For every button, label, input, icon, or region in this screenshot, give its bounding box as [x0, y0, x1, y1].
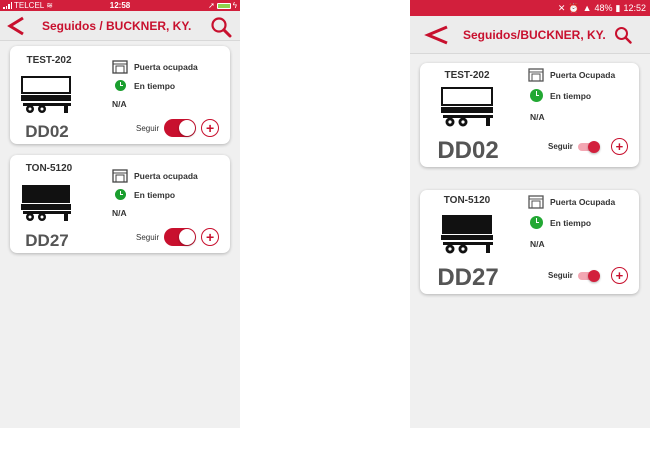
- garage-door-icon: [112, 60, 128, 74]
- page-title: Seguidos / BUCKNER, KY.: [42, 19, 192, 33]
- time-status: En tiempo: [112, 189, 175, 200]
- status-bar: TELCEL ≋ 12:58 ➚ ϟ: [0, 0, 240, 11]
- battery-level: 48%: [594, 3, 613, 13]
- follow-label: Seguir: [548, 271, 573, 280]
- trailer-filled-icon: [21, 185, 71, 221]
- follow-control: Seguir +: [548, 267, 628, 284]
- alarm-icon: ⏰: [568, 3, 580, 13]
- battery-icon: ▮: [615, 3, 621, 13]
- signal-icon: ▲: [582, 3, 592, 13]
- dock-number: DD02: [437, 137, 499, 164]
- trailer-card[interactable]: TEST-202 DD02 Puerta Ocupada En tiempo N…: [420, 63, 639, 167]
- add-button[interactable]: +: [201, 119, 220, 137]
- ios-screen: TELCEL ≋ 12:58 ➚ ϟ Seguidos / BUCKNER, K…: [0, 0, 240, 428]
- follow-control: Seguir +: [548, 138, 628, 155]
- time-status-text: En tiempo: [550, 217, 592, 228]
- dock-number: DD27: [437, 264, 499, 291]
- trailer-card[interactable]: TON-5120 DD27 Puerta ocupada En tiempo N…: [10, 155, 230, 253]
- trailer-number: TON-5120: [443, 195, 491, 206]
- clock-icon: [114, 80, 126, 91]
- extra-info: N/A: [530, 112, 545, 122]
- add-button[interactable]: +: [610, 138, 628, 155]
- door-status-text: Puerta Ocupada: [550, 70, 616, 80]
- dock-number: DD02: [25, 122, 69, 141]
- follow-label: Seguir: [548, 142, 573, 151]
- follow-control: Seguir +: [136, 119, 220, 137]
- page-title: Seguidos/BUCKNER, KY.: [463, 28, 606, 42]
- trailer-card[interactable]: TEST-202 DD02 Puerta ocupada En tiempo N…: [10, 46, 230, 144]
- time-status-text: En tiempo: [550, 90, 592, 101]
- garage-door-icon: [528, 195, 544, 209]
- trailer-number: TEST-202: [444, 70, 490, 81]
- trailer-outline-icon: [21, 76, 71, 113]
- garage-door-icon: [112, 169, 128, 183]
- door-status-text: Puerta ocupada: [134, 171, 198, 181]
- trailer-card[interactable]: TON-5120 DD27 Puerta Ocupada En tiempo N…: [420, 190, 639, 294]
- chevron-left-icon: [7, 16, 24, 36]
- search-icon: [615, 27, 632, 44]
- header: Seguidos/BUCKNER, KY.: [410, 16, 650, 54]
- clock-icon: [529, 216, 543, 229]
- time-status: En tiempo: [528, 216, 591, 229]
- follow-toggle[interactable]: [164, 119, 197, 137]
- clock-icon: [529, 89, 543, 102]
- trailer-number: TEST-202: [26, 55, 72, 66]
- chevron-left-icon: [424, 25, 448, 45]
- battery-icon: [216, 2, 231, 9]
- status-time: 12:52: [623, 3, 646, 13]
- add-button[interactable]: +: [610, 267, 628, 284]
- plus-icon: +: [615, 139, 624, 154]
- back-button[interactable]: [424, 16, 450, 54]
- time-status-text: En tiempo: [134, 80, 176, 91]
- trailer-outline-icon: [441, 87, 493, 127]
- follow-control: Seguir +: [136, 228, 220, 246]
- trailer-filled-icon: [441, 215, 493, 254]
- location-icon: ➚: [208, 1, 215, 10]
- door-status-text: Puerta ocupada: [134, 62, 198, 72]
- back-button[interactable]: [6, 11, 26, 41]
- door-status: Puerta Ocupada: [528, 195, 615, 209]
- header: Seguidos / BUCKNER, KY.: [0, 11, 240, 41]
- follow-label: Seguir: [136, 123, 160, 133]
- door-status-text: Puerta Ocupada: [550, 197, 616, 207]
- trailer-number: TON-5120: [25, 163, 73, 174]
- android-screen: ✕ ⏰ ▲ 48% ▮ 12:52 Seguidos/BUCKNER, KY. …: [410, 0, 650, 428]
- door-status: Puerta Ocupada: [528, 68, 615, 82]
- garage-door-icon: [528, 68, 544, 82]
- dock-number: DD27: [25, 231, 69, 250]
- status-bar: ✕ ⏰ ▲ 48% ▮ 12:52: [410, 0, 650, 16]
- search-icon: [211, 17, 232, 38]
- time-status: En tiempo: [112, 80, 175, 91]
- time-status: En tiempo: [528, 89, 591, 102]
- follow-toggle[interactable]: [164, 228, 197, 246]
- follow-toggle[interactable]: [577, 269, 600, 282]
- status-time: 12:58: [109, 1, 131, 10]
- plus-icon: +: [206, 229, 215, 245]
- plus-icon: +: [206, 120, 215, 136]
- door-status: Puerta ocupada: [112, 169, 198, 183]
- follow-label: Seguir: [136, 232, 160, 242]
- follow-toggle[interactable]: [577, 140, 600, 153]
- mute-icon: ✕: [557, 3, 566, 13]
- add-button[interactable]: +: [201, 228, 220, 246]
- time-status-text: En tiempo: [134, 189, 176, 200]
- clock-icon: [114, 189, 126, 200]
- charging-icon: ϟ: [232, 1, 237, 10]
- plus-icon: +: [615, 268, 624, 283]
- search-button[interactable]: [210, 16, 232, 43]
- search-button[interactable]: [614, 26, 632, 49]
- extra-info: N/A: [530, 239, 545, 249]
- extra-info: N/A: [112, 208, 127, 218]
- door-status: Puerta ocupada: [112, 60, 198, 74]
- extra-info: N/A: [112, 99, 127, 109]
